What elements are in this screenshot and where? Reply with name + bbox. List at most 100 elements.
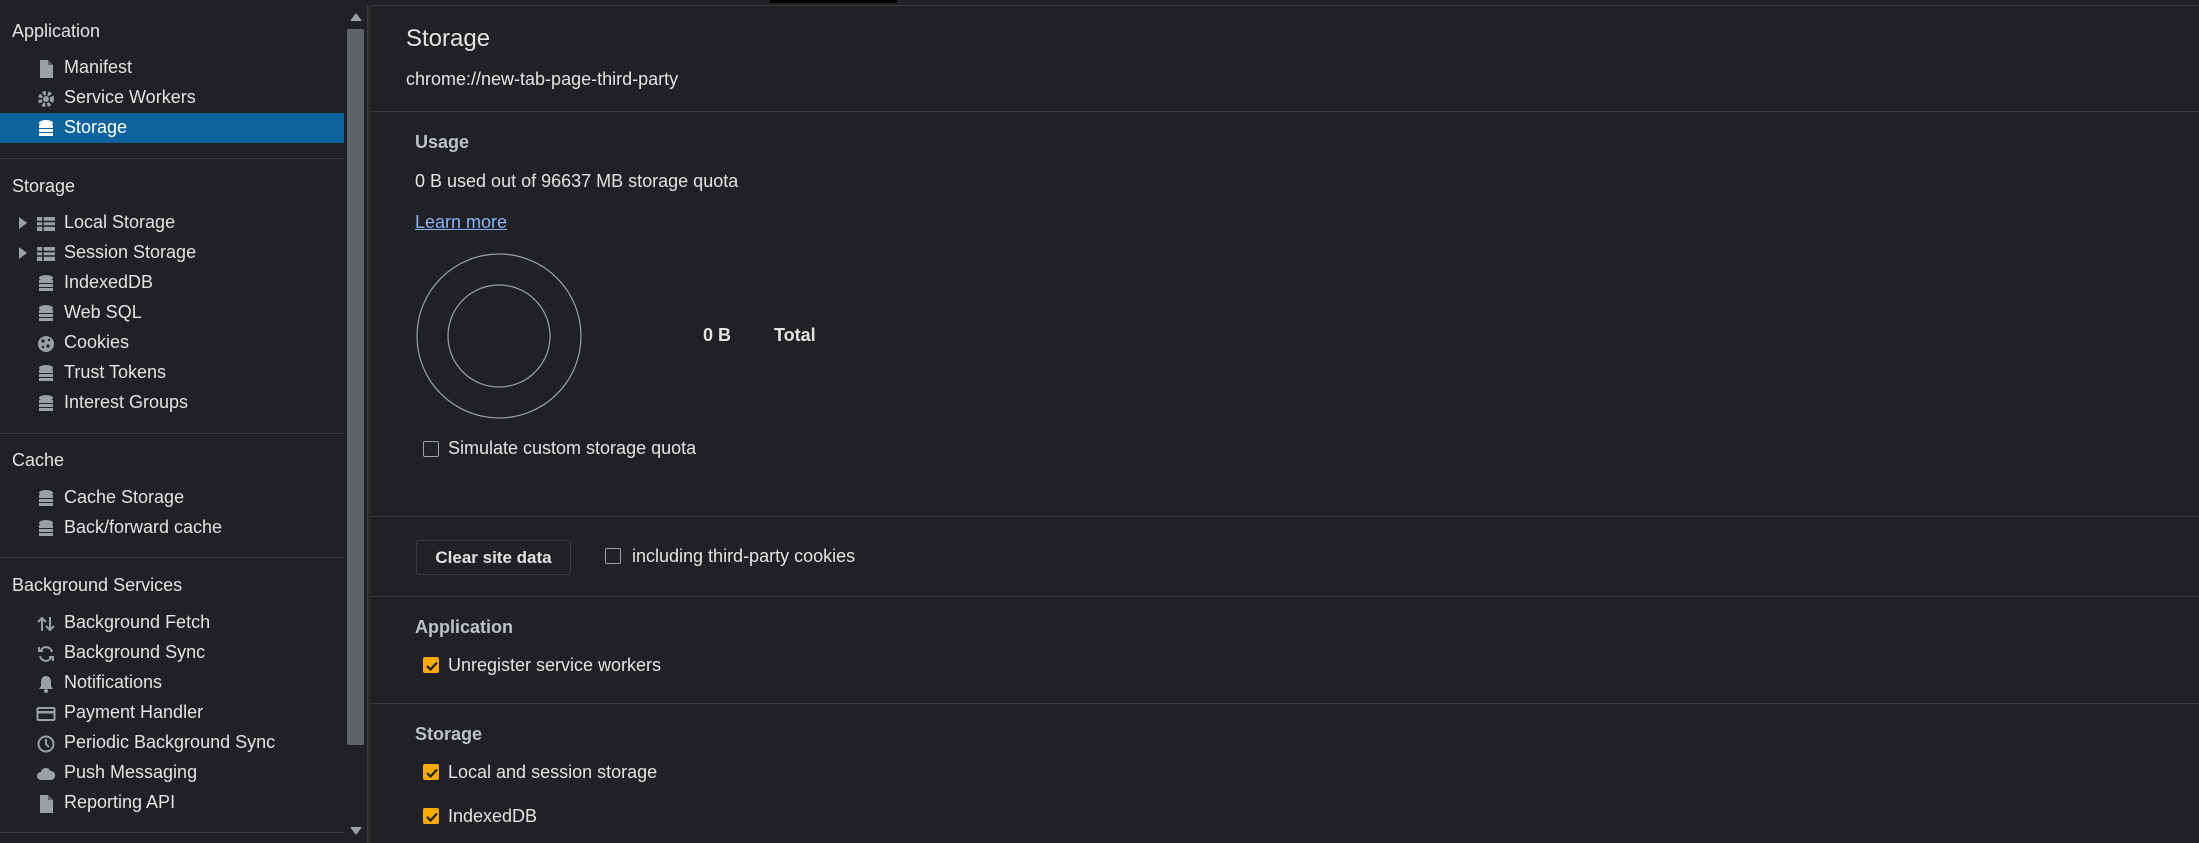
database-icon: [36, 274, 56, 294]
sidebar-item-label: Push Messaging: [64, 762, 198, 782]
usage-pie-chart: [416, 253, 582, 419]
database-icon: [36, 364, 56, 384]
local-session-storage-label: Local and session storage: [448, 762, 658, 782]
learn-more-link[interactable]: Learn more: [415, 212, 507, 233]
local-session-storage-checkbox[interactable]: [423, 764, 439, 780]
application-section-title: Application: [415, 617, 513, 637]
sidebar-divider: [0, 832, 344, 833]
sidebar-item-label: Back/forward cache: [64, 517, 223, 537]
checkmark-icon: [426, 661, 438, 672]
sidebar-item-label: Payment Handler: [64, 702, 204, 722]
sidebar-item-manifest[interactable]: Manifest: [0, 53, 344, 83]
file-icon: [36, 794, 56, 814]
sidebar-item-session-storage[interactable]: Session Storage: [0, 238, 344, 268]
storage-panel: Storage chrome://new-tab-page-third-part…: [371, 5, 2199, 843]
clock-icon: [36, 734, 56, 754]
sidebar-item-label: Periodic Background Sync: [64, 732, 276, 752]
sidebar-divider: [0, 158, 344, 159]
sidebar-item-back-forward-cache[interactable]: Back/forward cache: [0, 513, 344, 543]
database-icon: [36, 519, 56, 539]
clear-site-data-button[interactable]: Clear site data: [416, 540, 571, 575]
sidebar-item-label: Notifications: [64, 672, 163, 692]
scrollbar-thumb[interactable]: [347, 29, 364, 745]
sidebar-item-label: Session Storage: [64, 242, 197, 262]
sidebar-heading-cache: Cache: [12, 450, 65, 470]
sidebar: Application Manifest Service Workers Sto…: [0, 5, 344, 843]
sidebar-heading-background-services: Background Services: [12, 575, 183, 595]
sidebar-item-label: Background Fetch: [64, 612, 211, 632]
total-usage-value: 0 B: [703, 325, 732, 345]
database-icon: [36, 304, 56, 324]
sidebar-item-label: Manifest: [64, 57, 133, 77]
database-icon: [36, 119, 56, 139]
simulate-quota-checkbox[interactable]: [423, 441, 439, 457]
credit-card-icon: [36, 704, 56, 724]
indexeddb-label: IndexedDB: [448, 806, 538, 826]
sidebar-item-label: Trust Tokens: [64, 362, 167, 382]
table-icon: [36, 244, 56, 264]
include-third-party-cookies-checkbox[interactable]: [605, 548, 621, 564]
expand-triangle-icon[interactable]: [19, 217, 27, 229]
sidebar-heading-application: Application: [12, 21, 101, 41]
gear-icon: [36, 89, 56, 109]
sidebar-item-label: Interest Groups: [64, 392, 189, 412]
section-divider: [371, 516, 2199, 517]
up-down-arrows-icon: [36, 614, 56, 634]
cookie-icon: [36, 334, 56, 354]
sidebar-item-cookies[interactable]: Cookies: [0, 328, 344, 358]
sidebar-item-notifications[interactable]: Notifications: [0, 668, 344, 698]
sidebar-item-service-workers[interactable]: Service Workers: [0, 83, 344, 113]
sidebar-item-push-messaging[interactable]: Push Messaging: [0, 758, 344, 788]
sidebar-item-background-fetch[interactable]: Background Fetch: [0, 608, 344, 638]
sidebar-item-interest-groups[interactable]: Interest Groups: [0, 388, 344, 418]
sidebar-item-label: IndexedDB: [64, 272, 154, 292]
sidebar-item-label: Web SQL: [64, 302, 142, 322]
unregister-service-workers-label: Unregister service workers: [448, 655, 662, 675]
section-divider: [371, 596, 2199, 597]
sidebar-item-label: Background Sync: [64, 642, 206, 662]
sidebar-item-background-sync[interactable]: Background Sync: [0, 638, 344, 668]
checkmark-icon: [426, 812, 438, 823]
sidebar-item-label: Service Workers: [64, 87, 196, 107]
usage-section-title: Usage: [415, 132, 470, 152]
sidebar-item-web-sql[interactable]: Web SQL: [0, 298, 344, 328]
sidebar-heading-storage: Storage: [12, 176, 76, 196]
cloud-icon: [36, 764, 56, 784]
file-icon: [36, 59, 56, 79]
sidebar-item-trust-tokens[interactable]: Trust Tokens: [0, 358, 344, 388]
bell-icon: [36, 674, 56, 694]
sidebar-item-cache-storage[interactable]: Cache Storage: [0, 483, 344, 513]
table-icon: [36, 214, 56, 234]
page-title: Storage: [406, 25, 491, 52]
scroll-up-arrow-icon[interactable]: [350, 13, 362, 21]
sidebar-divider: [0, 557, 344, 558]
total-usage-label: Total: [774, 325, 816, 345]
section-divider: [371, 703, 2199, 704]
top-tab-indicator: [770, 0, 897, 3]
section-divider: [371, 111, 2199, 112]
sidebar-item-reporting-api[interactable]: Reporting API: [0, 788, 344, 818]
database-icon: [36, 489, 56, 509]
sidebar-item-label: Cookies: [64, 332, 130, 352]
usage-summary: 0 B used out of 96637 MB storage quota: [415, 171, 739, 191]
sync-icon: [36, 644, 56, 664]
sidebar-scrollbar[interactable]: [344, 5, 367, 843]
sidebar-item-periodic-background-sync[interactable]: Periodic Background Sync: [0, 728, 344, 758]
sidebar-item-label: Storage: [64, 117, 128, 137]
sidebar-divider: [0, 433, 344, 434]
checkmark-icon: [426, 768, 438, 779]
expand-triangle-icon[interactable]: [19, 247, 27, 259]
sidebar-item-payment-handler[interactable]: Payment Handler: [0, 698, 344, 728]
sidebar-item-label: Reporting API: [64, 792, 176, 812]
storage-section-title: Storage: [415, 724, 483, 744]
scroll-down-arrow-icon[interactable]: [350, 827, 362, 835]
sidebar-item-indexeddb[interactable]: IndexedDB: [0, 268, 344, 298]
sidebar-item-local-storage[interactable]: Local Storage: [0, 208, 344, 238]
indexeddb-checkbox[interactable]: [423, 808, 439, 824]
database-icon: [36, 394, 56, 414]
unregister-service-workers-checkbox[interactable]: [423, 657, 439, 673]
sidebar-item-storage[interactable]: Storage: [0, 113, 344, 143]
sidebar-item-label: Cache Storage: [64, 487, 185, 507]
include-third-party-cookies-label: including third-party cookies: [632, 546, 856, 566]
origin-url: chrome://new-tab-page-third-party: [406, 69, 679, 89]
